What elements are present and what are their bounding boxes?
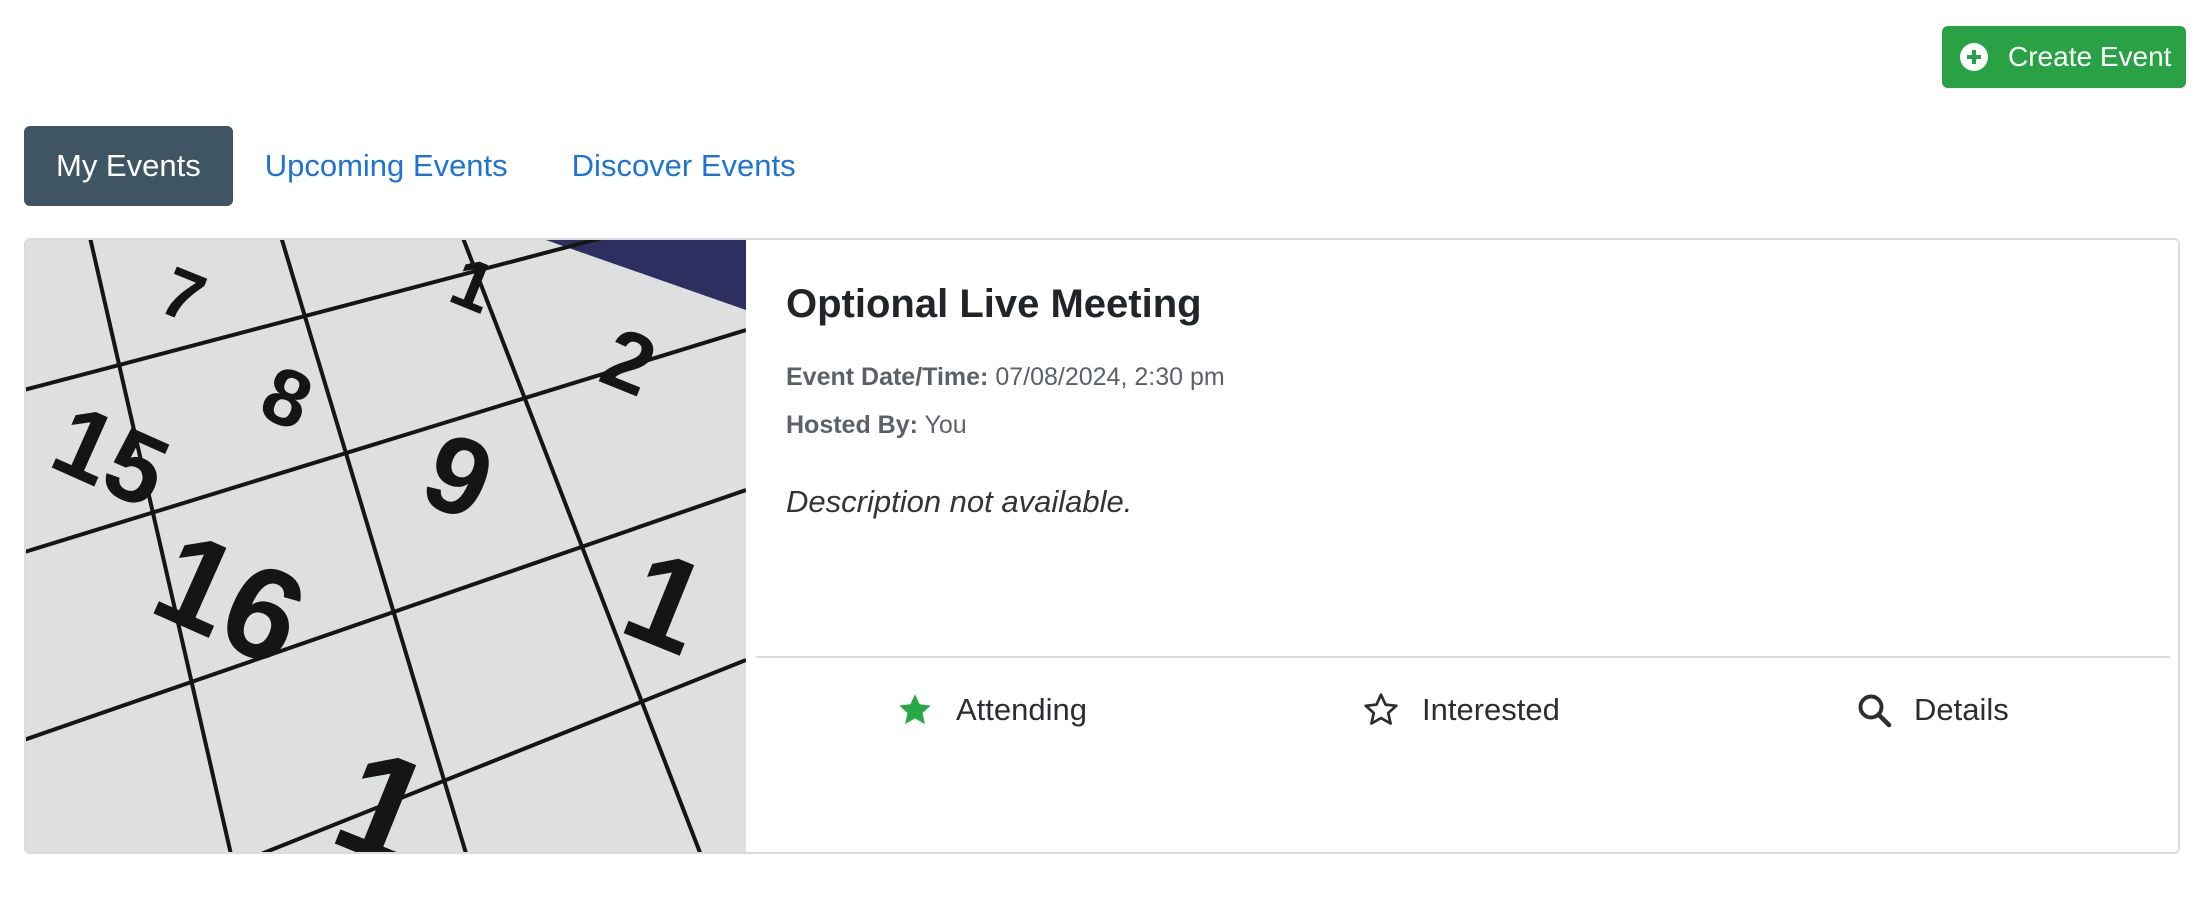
event-image[interactable]: 7 1 8 2 15 9 16 1 1 xyxy=(26,240,746,852)
tab-my-events[interactable]: My Events xyxy=(24,126,233,206)
tab-upcoming-events[interactable]: Upcoming Events xyxy=(233,126,540,206)
create-event-label: Create Event xyxy=(2008,41,2172,72)
calendar-photo: 7 1 8 2 15 9 16 1 1 xyxy=(26,240,746,852)
event-datetime: Event Date/Time: 07/08/2024, 2:30 pm xyxy=(786,362,2158,392)
card-divider xyxy=(756,656,2170,658)
event-datetime-value: 07/08/2024, 2:30 pm xyxy=(995,363,1225,391)
event-host-value: You xyxy=(924,411,967,439)
interested-label: Interested xyxy=(1422,692,1560,727)
interested-button[interactable]: Interested xyxy=(1362,680,1560,740)
event-title[interactable]: Optional Live Meeting xyxy=(786,280,2158,328)
event-details: Optional Live Meeting Event Date/Time: 0… xyxy=(786,280,2158,520)
event-datetime-label: Event Date/Time: xyxy=(786,363,989,391)
event-tabs: My Events Upcoming Events Discover Event… xyxy=(24,126,828,206)
details-label: Details xyxy=(1914,692,2009,727)
tab-discover-events[interactable]: Discover Events xyxy=(540,126,828,206)
create-event-button[interactable]: Create Event xyxy=(1942,26,2186,88)
event-card: 7 1 8 2 15 9 16 1 1 Optional Live Meetin… xyxy=(24,238,2180,854)
search-icon xyxy=(1858,694,1892,728)
event-actions: Attending Interested Details xyxy=(756,680,2170,740)
event-host-label: Hosted By: xyxy=(786,411,918,439)
event-host: Hosted By: You xyxy=(786,410,2158,440)
plus-circle-icon xyxy=(1960,43,1988,71)
star-outline-icon xyxy=(1364,693,1398,725)
event-description: Description not available. xyxy=(786,484,1133,519)
attending-button[interactable]: Attending xyxy=(896,680,1087,740)
star-filled-icon xyxy=(899,694,931,725)
details-button[interactable]: Details xyxy=(1856,680,2009,740)
attending-label: Attending xyxy=(956,692,1087,727)
